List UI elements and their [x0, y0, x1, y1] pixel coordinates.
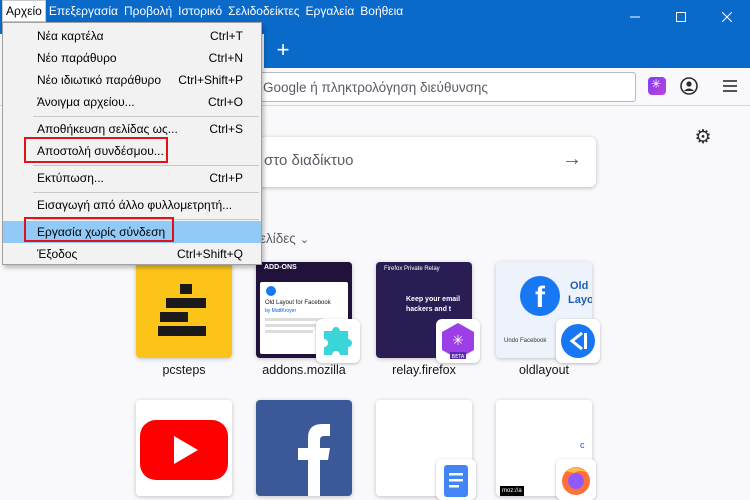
menu-item-shortcut: Ctrl+S — [209, 122, 243, 136]
menu-bar: Αρχείο Επεξεργασία Προβολή Ιστορικό Σελι… — [0, 0, 406, 22]
addons-card-title: Old Layout for Facebook — [265, 300, 331, 306]
addons-header: ADD-ONS — [256, 262, 352, 276]
facebook-logo-icon — [298, 424, 330, 496]
minimize-icon — [630, 16, 640, 18]
shortcuts-header[interactable]: ελίδες ⌄ — [260, 231, 309, 246]
pcsteps-logo-icon — [158, 284, 206, 336]
menu-separator — [33, 192, 259, 193]
undo-facebook-icon — [561, 324, 595, 358]
menu-item-shortcut: Ctrl+P — [209, 171, 243, 185]
menu-item-shortcut: Ctrl+N — [208, 51, 243, 65]
menu-item-print[interactable]: Εκτύπωση... Ctrl+P — [3, 167, 261, 189]
firefox-badge — [556, 459, 596, 500]
plus-icon: + — [276, 37, 290, 62]
search-placeholder: στο διαδίκτυο — [264, 152, 354, 169]
shortcut-tile-youtube[interactable] — [136, 400, 232, 496]
mozilla-label: moz://a — [500, 486, 524, 496]
menu-tools[interactable]: Εργαλεία — [303, 0, 358, 22]
menu-item-new-tab[interactable]: Νέα καρτέλα Ctrl+T — [3, 25, 261, 47]
firefox-logo-icon — [562, 467, 590, 495]
svg-text:✳: ✳ — [452, 333, 464, 349]
relay-line-2: hackers and t — [406, 306, 452, 313]
chevron-down-icon: ⌄ — [299, 234, 310, 246]
close-icon — [722, 12, 732, 22]
menu-view[interactable]: Προβολή — [121, 0, 175, 22]
menu-item-shortcut: Ctrl+Shift+P — [178, 73, 243, 87]
addons-heading: ADD-ONS — [264, 264, 297, 271]
oldlayout-text-1: Old — [570, 280, 589, 292]
menu-item-exit[interactable]: Έξοδος Ctrl+Shift+Q — [3, 243, 261, 265]
shortcut-tile-pcsteps[interactable] — [136, 262, 232, 358]
tile-label: addons.mozilla — [262, 363, 346, 377]
text-line — [265, 324, 317, 327]
youtube-logo-icon — [140, 420, 228, 480]
addons-card-author: by MattKroyer — [265, 308, 297, 314]
maximize-icon — [676, 12, 686, 22]
relay-brand: Firefox Private Relay — [384, 266, 440, 272]
relay-badge: ✳ BETA — [436, 319, 480, 363]
puzzle-piece-icon — [324, 327, 352, 355]
url-bar-placeholder: Google ή πληκτρολόγηση διεύθυνσης — [263, 80, 488, 95]
menu-item-label: Νέο παράθυρο — [37, 51, 117, 65]
shortcut-tile-facebook[interactable] — [256, 400, 352, 496]
menu-item-open-file[interactable]: Άνοιγμα αρχείου... Ctrl+O — [3, 91, 261, 113]
text-line — [265, 330, 313, 333]
tile-label: pcsteps — [162, 363, 206, 377]
relay-line-1: Keep your email — [406, 296, 461, 303]
tile-label: oldlayout — [518, 363, 570, 377]
relay-logo-icon: ✳ BETA — [442, 323, 474, 360]
menu-item-label: Εκτύπωση... — [37, 171, 104, 185]
oldlayout-caption: Undo Facebook — [504, 338, 547, 344]
menu-item-new-private-window[interactable]: Νέο ιδιωτικό παράθυρο Ctrl+Shift+P — [3, 69, 261, 91]
menu-item-label: Εισαγωγή από άλλο φυλλομετρητή... — [37, 198, 233, 212]
beta-label: BETA — [452, 354, 465, 360]
menu-item-label: Άνοιγμα αρχείου... — [37, 95, 135, 109]
hamburger-menu-icon[interactable] — [722, 78, 738, 94]
shortcuts-title: ελίδες — [260, 231, 296, 246]
web-search-box[interactable]: στο διαδίκτυο → — [240, 137, 596, 187]
menu-help[interactable]: Βοήθεια — [357, 0, 406, 22]
menu-item-label: Αποθήκευση σελίδας ως... — [37, 122, 178, 136]
facebook-small-icon — [266, 286, 276, 296]
text-line — [265, 318, 323, 321]
window-controls — [612, 0, 750, 34]
arrow-right-icon[interactable]: → — [562, 148, 582, 171]
menu-item-label: Νέο ιδιωτικό παράθυρο — [37, 73, 162, 87]
menu-bookmarks[interactable]: Σελιδοδείκτες — [225, 0, 302, 22]
menu-item-label: Έξοδος — [37, 247, 78, 261]
menu-history[interactable]: Ιστορικό — [175, 0, 225, 22]
docs-badge — [436, 459, 476, 500]
relay-extension-icon[interactable] — [648, 77, 666, 95]
oldlayout-badge — [556, 319, 600, 363]
menu-item-shortcut: Ctrl+T — [210, 29, 243, 43]
account-icon[interactable] — [680, 77, 698, 95]
menu-separator — [33, 165, 259, 166]
google-docs-icon — [444, 465, 468, 497]
tile-label: relay.firefox — [392, 363, 456, 377]
loading-icon: c — [580, 440, 585, 450]
url-bar[interactable]: Google ή πληκτρολόγηση διεύθυνσης — [240, 72, 636, 102]
highlight-box-send-link — [24, 137, 168, 163]
highlight-box-work-offline — [24, 217, 174, 242]
close-button[interactable] — [704, 0, 750, 34]
menu-separator — [33, 116, 259, 117]
menu-item-label: Νέα καρτέλα — [37, 29, 104, 43]
settings-gear-icon[interactable]: ⚙ — [692, 127, 714, 149]
maximize-button[interactable] — [658, 0, 704, 34]
menu-item-import[interactable]: Εισαγωγή από άλλο φυλλομετρητή... — [3, 194, 261, 216]
menu-file[interactable]: Αρχείο — [2, 0, 46, 22]
oldlayout-text-2: Layo — [568, 294, 592, 306]
menu-item-shortcut: Ctrl+Shift+Q — [176, 247, 243, 261]
new-tab-button[interactable]: + — [270, 38, 296, 64]
facebook-logo-icon: f — [520, 276, 560, 316]
menu-item-shortcut: Ctrl+O — [207, 95, 243, 109]
minimize-button[interactable] — [612, 0, 658, 34]
menu-edit[interactable]: Επεξεργασία — [46, 0, 121, 22]
addons-puzzle-badge — [316, 319, 360, 363]
menu-item-new-window[interactable]: Νέο παράθυρο Ctrl+N — [3, 47, 261, 69]
